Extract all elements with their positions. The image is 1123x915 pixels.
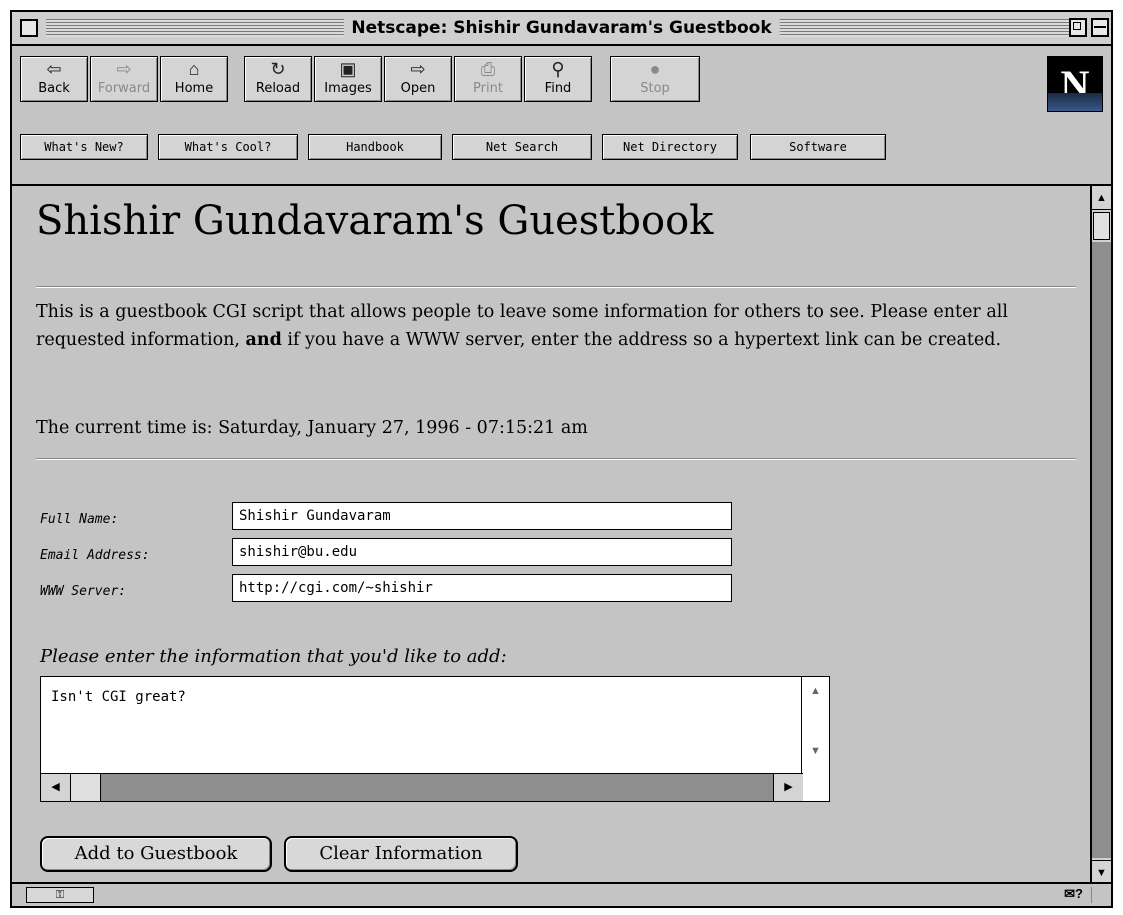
email-field[interactable]: shishir@bu.edu [232, 538, 732, 566]
full-name-field[interactable]: Shishir Gundavaram [232, 502, 732, 530]
software-button[interactable]: Software [750, 134, 886, 160]
net-search-button[interactable]: Net Search [452, 134, 592, 160]
close-box[interactable] [20, 19, 38, 37]
email-label: Email Address: [40, 548, 150, 563]
message-prompt: Please enter the information that you'd … [40, 646, 507, 667]
forward-button[interactable]: ⇨ Forward [90, 56, 158, 102]
full-name-label: Full Name: [40, 512, 119, 527]
stop-button[interactable]: ● Stop [610, 56, 700, 102]
home-button[interactable]: ⌂ Home [160, 56, 228, 102]
security-key-icon: ⚿ [26, 887, 94, 903]
www-server-field[interactable]: http://cgi.com/~shishir [232, 574, 732, 602]
zoom-box[interactable] [1069, 18, 1087, 37]
print-icon: ⎙ [480, 59, 496, 79]
www-server-label: WWW Server: [40, 584, 127, 599]
toolbar: ⇦ Back ⇨ Forward ⌂ Home ↻ Reload ▣ Image… [12, 48, 1111, 160]
back-arrow-icon: ⇦ [46, 59, 62, 79]
scroll-left-icon[interactable]: ◀ [41, 774, 71, 801]
message-textarea[interactable]: Isn't CGI great? ▲ ▼ ◀ ▶ [40, 676, 830, 802]
textarea-horizontal-scrollbar[interactable]: ◀ ▶ [41, 773, 803, 801]
add-to-guestbook-button[interactable]: Add to Guestbook [40, 836, 272, 872]
message-text: Isn't CGI great? [51, 689, 186, 705]
scroll-down-icon[interactable]: ▼ [802, 737, 829, 765]
scroll-down-icon[interactable]: ▼ [1092, 860, 1111, 884]
window-title: Netscape: Shishir Gundavaram's Guestbook [343, 16, 780, 40]
find-icon: ⚲ [551, 59, 565, 79]
page-title: Shishir Gundavaram's Guestbook [36, 198, 714, 244]
images-button[interactable]: ▣ Images [314, 56, 382, 102]
title-bar[interactable]: Netscape: Shishir Gundavaram's Guestbook [12, 12, 1111, 46]
open-button[interactable]: ⇨ Open [384, 56, 452, 102]
whats-cool-button[interactable]: What's Cool? [158, 134, 298, 160]
forward-arrow-icon: ⇨ [116, 59, 132, 79]
scroll-up-icon[interactable]: ▲ [802, 677, 829, 705]
scroll-up-icon[interactable]: ▲ [1092, 186, 1111, 210]
images-icon: ▣ [339, 59, 357, 79]
open-icon: ⇨ [410, 59, 426, 79]
textarea-vertical-scrollbar[interactable]: ▲ ▼ [801, 677, 829, 773]
handbook-button[interactable]: Handbook [308, 134, 442, 160]
divider [36, 458, 1076, 460]
find-button[interactable]: ⚲ Find [524, 56, 592, 102]
collapse-box[interactable] [1091, 18, 1109, 37]
scroll-thumb[interactable] [1093, 212, 1110, 240]
home-icon: ⌂ [188, 59, 200, 79]
resize-handle[interactable] [1091, 887, 1107, 903]
print-button[interactable]: ⎙ Print [454, 56, 522, 102]
stop-icon: ● [649, 59, 661, 79]
reload-button[interactable]: ↻ Reload [244, 56, 312, 102]
status-bar: ⚿ ✉? [12, 882, 1111, 906]
current-time-text: The current time is: Saturday, January 2… [36, 418, 588, 438]
clear-information-button[interactable]: Clear Information [284, 836, 518, 872]
divider [36, 286, 1076, 288]
intro-text: This is a guestbook CGI script that allo… [36, 302, 1008, 350]
net-directory-button[interactable]: Net Directory [602, 134, 738, 160]
back-button[interactable]: ⇦ Back [20, 56, 88, 102]
scroll-thumb[interactable] [71, 774, 101, 801]
page-vertical-scrollbar[interactable]: ▲ ▼ [1090, 184, 1111, 884]
browser-window: Netscape: Shishir Gundavaram's Guestbook… [10, 10, 1113, 908]
whats-new-button[interactable]: What's New? [20, 134, 148, 160]
mail-icon[interactable]: ✉? [1064, 886, 1083, 902]
scroll-right-icon[interactable]: ▶ [773, 774, 803, 801]
netscape-logo: N [1047, 56, 1103, 112]
page-content: Shishir Gundavaram's Guestbook This is a… [12, 184, 1092, 884]
reload-icon: ↻ [270, 59, 286, 79]
